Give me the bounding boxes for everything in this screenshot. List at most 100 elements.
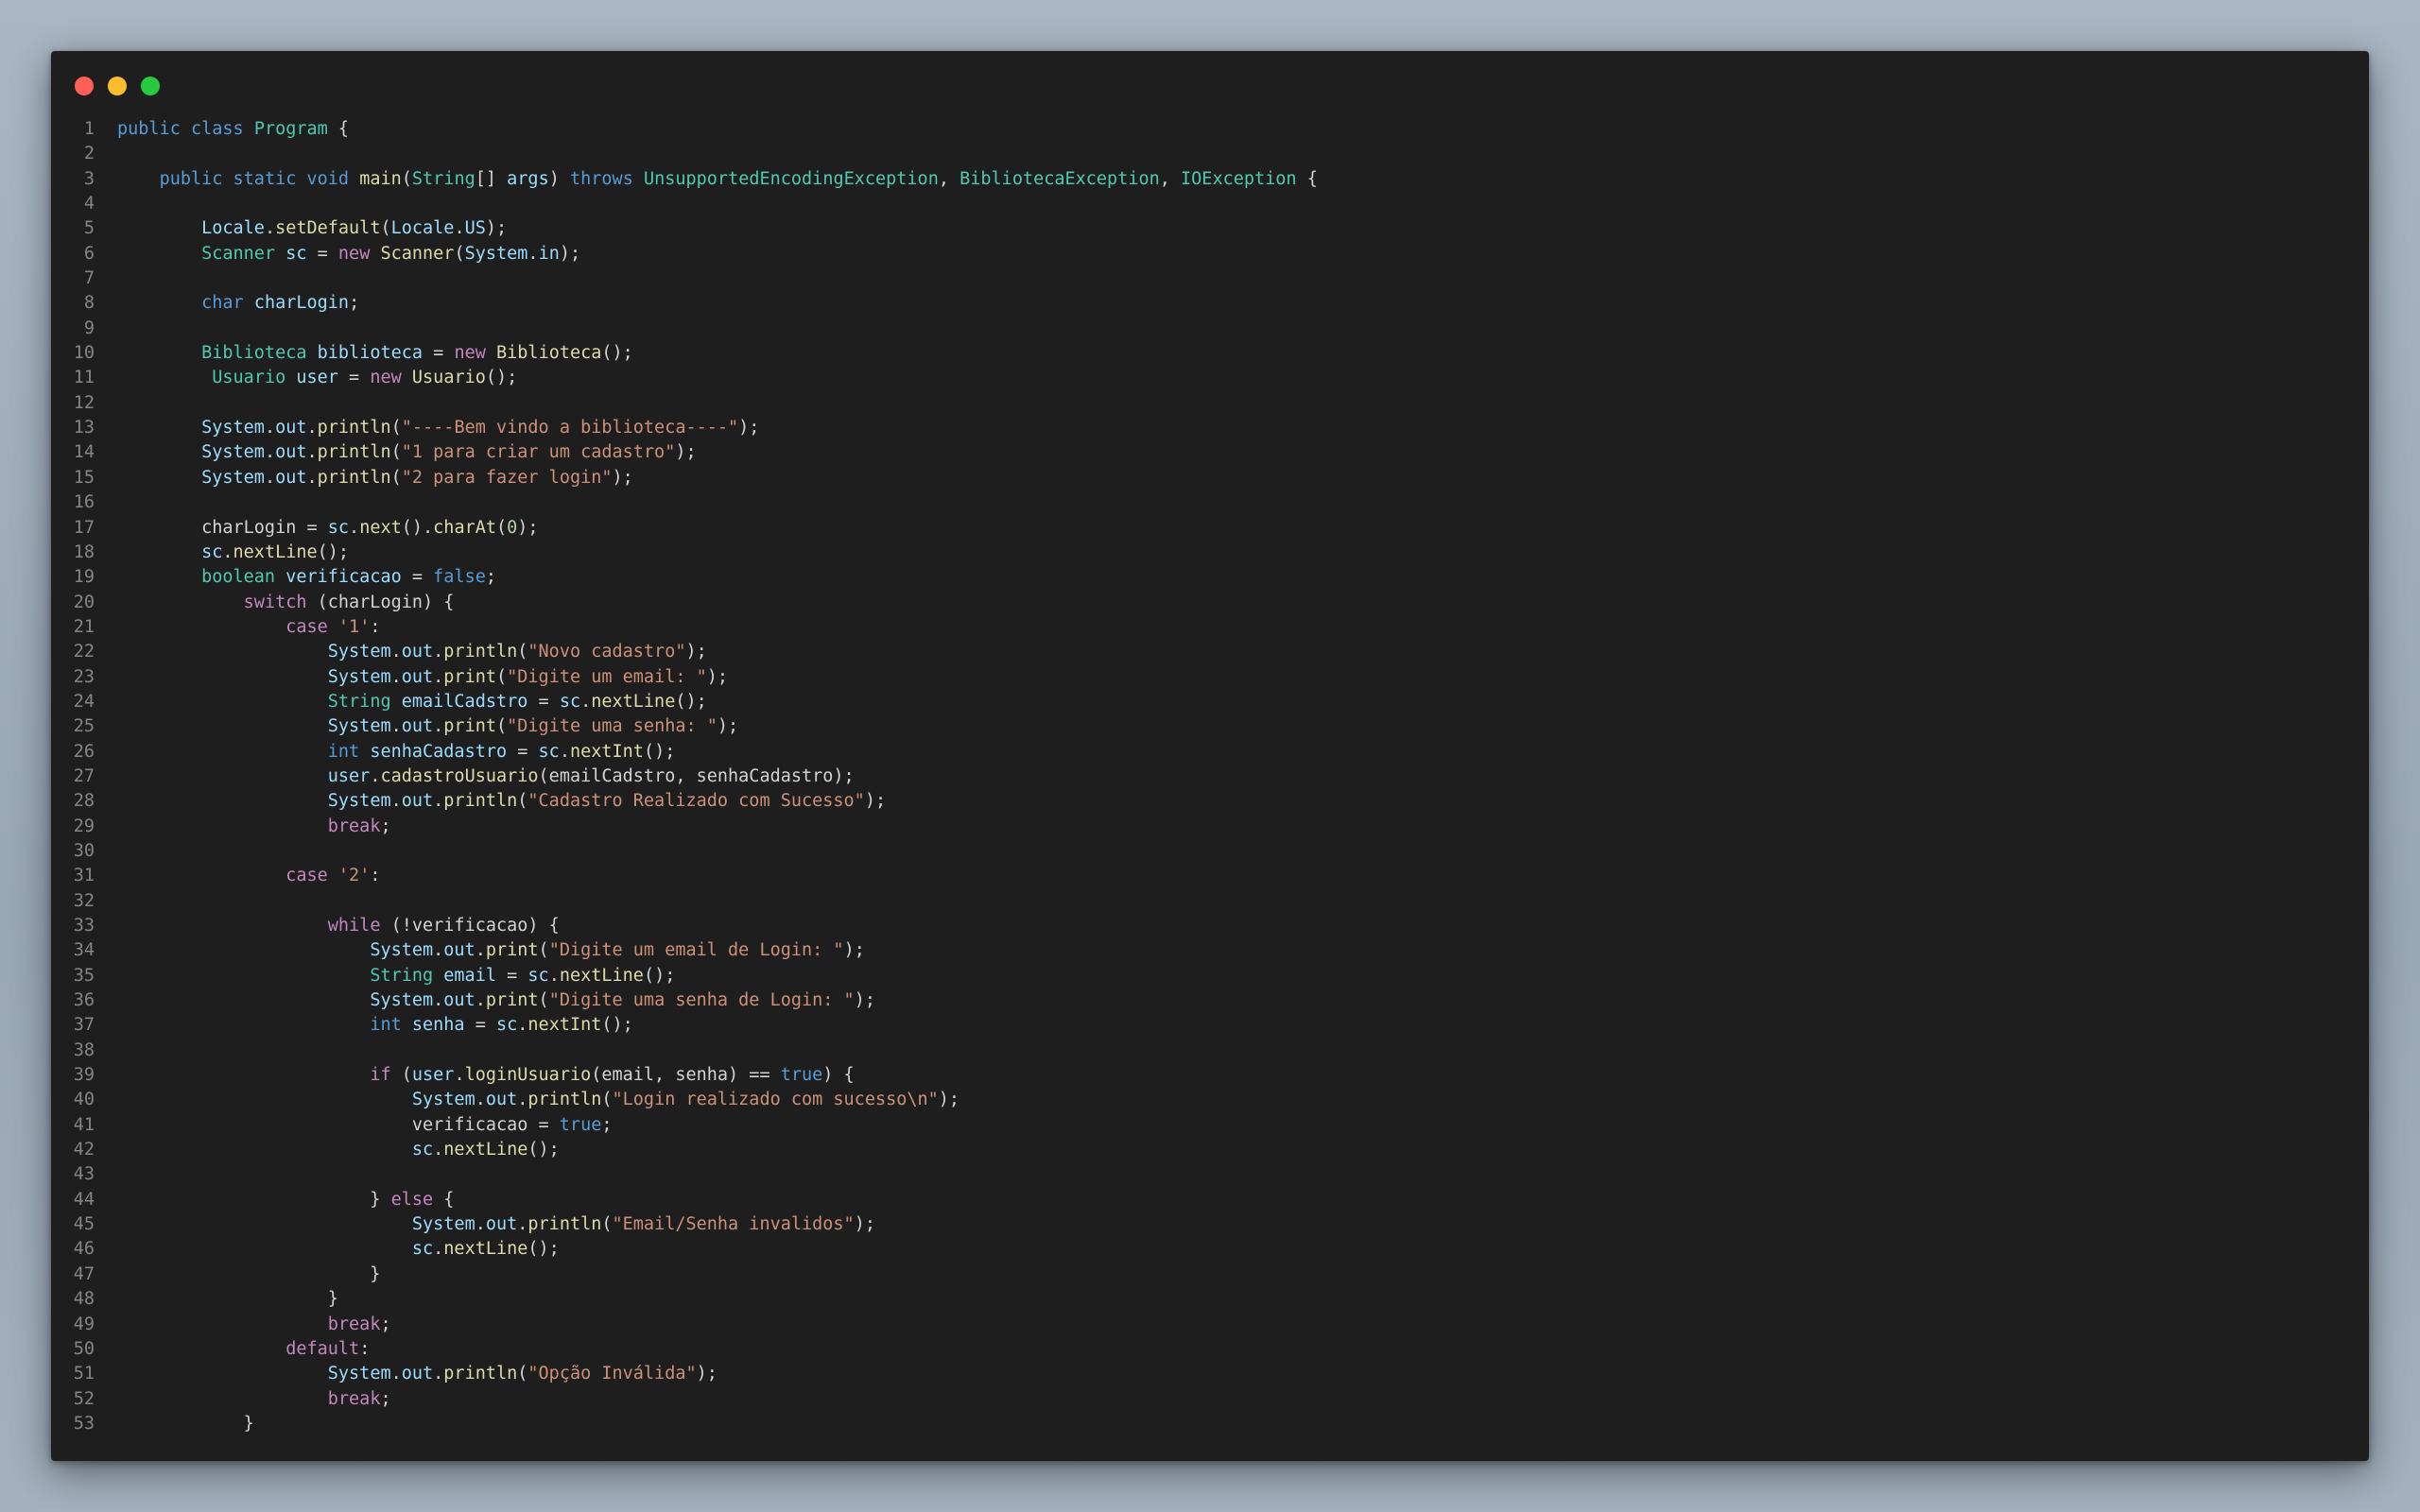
code-token: System	[201, 418, 265, 438]
code-token: System	[370, 940, 434, 961]
code-token: out	[401, 1364, 434, 1384]
code-token: (email, senha) ==	[591, 1065, 781, 1086]
code-token: )	[548, 168, 570, 189]
line-number: 3	[83, 168, 95, 189]
code-token: =	[464, 1015, 496, 1036]
code-text: Usuario user = new Usuario();	[117, 366, 517, 390]
code-token: String	[327, 691, 391, 712]
code-token: System	[327, 642, 391, 662]
close-icon[interactable]	[75, 77, 94, 95]
code-token: String	[370, 965, 434, 986]
code-token: );	[738, 418, 760, 438]
code-text: System.out.println("1 para criar um cada…	[117, 440, 697, 465]
code-text: Locale.setDefault(Locale.US);	[117, 216, 507, 241]
line-number: 9	[83, 318, 95, 338]
code-token: out	[443, 940, 475, 961]
code-token: (	[601, 1090, 613, 1110]
code-token: .	[475, 990, 486, 1011]
code-token: "Novo cadastro"	[527, 642, 686, 662]
code-token: ();	[601, 1015, 633, 1036]
code-line: 37 int senha = sc.nextInt();	[51, 1013, 2369, 1038]
code-line: 45 System.out.println("Email/Senha inval…	[51, 1212, 2369, 1237]
code-token: user	[296, 368, 338, 388]
code-token: sc	[411, 1140, 434, 1160]
code-token: .	[433, 1239, 444, 1260]
code-token: print	[443, 716, 496, 737]
line-number: 51	[73, 1364, 95, 1384]
code-token: :	[359, 1338, 371, 1359]
code-token: ();	[485, 368, 518, 388]
line-number: 42	[73, 1140, 95, 1160]
code-token: );	[517, 517, 539, 538]
code-token: (	[517, 791, 528, 812]
code-token: .	[390, 642, 402, 662]
code-token: ) {	[822, 1065, 855, 1086]
code-text: public class Program {	[117, 117, 349, 142]
line-number: 6	[83, 243, 95, 264]
line-number: 7	[83, 268, 95, 289]
code-token: );	[675, 442, 697, 463]
code-token: =	[337, 368, 371, 388]
code-token: System	[464, 243, 528, 264]
code-text: break;	[117, 1387, 391, 1412]
code-line: 19 boolean verificacao = false;	[51, 565, 2369, 590]
code-line: 51 System.out.println("Opção Inválida");	[51, 1362, 2369, 1386]
code-token: []	[475, 168, 508, 189]
line-number: 35	[73, 965, 95, 986]
code-token: out	[275, 418, 307, 438]
code-token: .	[264, 218, 276, 239]
code-line: 28 System.out.println("Cadastro Realizad…	[51, 789, 2369, 814]
code-token: "Digite uma senha de Login: "	[548, 990, 855, 1011]
code-token: .	[433, 791, 444, 812]
code-token: .	[433, 1364, 444, 1384]
code-token: =	[507, 741, 539, 762]
code-text: } else {	[117, 1188, 454, 1212]
code-token: case	[285, 616, 328, 637]
code-token: "1 para criar um cadastro"	[401, 442, 676, 463]
code-token: public	[159, 168, 223, 189]
code-text: int senha = sc.nextInt();	[117, 1013, 633, 1038]
code-token: (	[601, 1214, 613, 1235]
code-token: ;	[380, 1388, 391, 1409]
code-text: System.out.print("Digite uma senha de Lo…	[117, 988, 875, 1013]
code-line: 35 String email = sc.nextLine();	[51, 964, 2369, 988]
line-number: 23	[73, 666, 95, 687]
code-text: break;	[117, 1313, 391, 1337]
maximize-icon[interactable]	[141, 77, 160, 95]
code-line: 18 sc.nextLine();	[51, 541, 2369, 565]
code-token: true	[559, 1114, 602, 1135]
code-text: }	[117, 1263, 380, 1287]
code-token: println	[527, 1090, 602, 1110]
minimize-icon[interactable]	[108, 77, 127, 95]
code-token: print	[443, 666, 496, 687]
code-text: System.out.println("Email/Senha invalido…	[117, 1212, 875, 1237]
line-number: 1	[83, 119, 95, 139]
line-number: 33	[73, 916, 95, 936]
line-number: 47	[73, 1263, 95, 1284]
code-token: switch	[243, 592, 307, 612]
code-token: );	[559, 243, 581, 264]
line-number: 39	[73, 1065, 95, 1086]
line-number: 18	[73, 541, 95, 562]
code-line: 44 } else {	[51, 1188, 2369, 1212]
code-line: 48 }	[51, 1287, 2369, 1312]
code-token: out	[401, 666, 434, 687]
code-token: verificacao =	[117, 1114, 560, 1135]
code-token: .	[433, 940, 444, 961]
line-number: 48	[73, 1289, 95, 1310]
code-text: char charLogin;	[117, 291, 359, 316]
line-number: 15	[73, 467, 95, 488]
code-token: "Opção Inválida"	[527, 1364, 697, 1384]
code-token: nextLine	[591, 691, 676, 712]
code-token: while	[327, 916, 381, 936]
code-text: }	[117, 1287, 338, 1312]
